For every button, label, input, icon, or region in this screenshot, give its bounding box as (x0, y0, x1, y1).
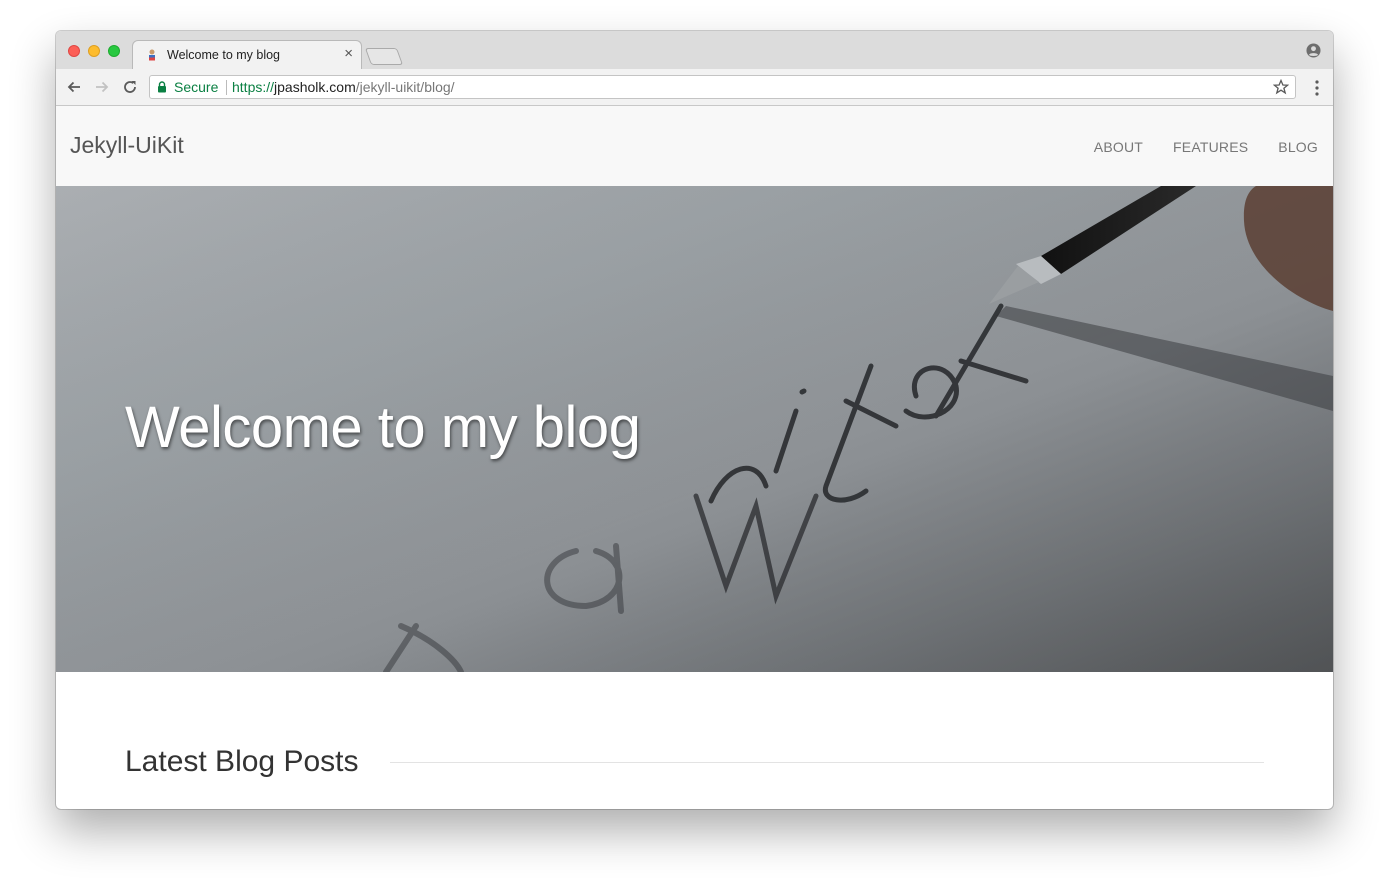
lock-icon (158, 81, 166, 93)
forward-arrow-icon[interactable] (94, 79, 110, 95)
minimize-window-button[interactable] (88, 45, 100, 57)
tab-title: Welcome to my blog (167, 48, 281, 62)
star-icon[interactable] (1273, 79, 1289, 95)
reload-icon[interactable] (122, 79, 138, 95)
address-separator (226, 80, 227, 95)
tab-strip: Welcome to my blog × (56, 31, 1333, 69)
active-tab[interactable]: Welcome to my blog × (132, 40, 362, 69)
menu-dots-icon[interactable] (1315, 80, 1319, 96)
browser-toolbar: Secure https://jpasholk.com/jekyll-uikit… (56, 69, 1333, 106)
profile-icon[interactable] (1306, 43, 1321, 58)
browser-window: Welcome to my blog × Secure https://jpas… (56, 31, 1333, 809)
nav-link-blog[interactable]: BLOG (1278, 139, 1318, 155)
tab-close-icon[interactable]: × (344, 46, 353, 62)
zoom-window-button[interactable] (108, 45, 120, 57)
secure-label: Secure (174, 79, 219, 95)
site-brand[interactable]: Jekyll-UiKit (70, 132, 184, 159)
close-window-button[interactable] (68, 45, 80, 57)
nav-links: ABOUT FEATURES BLOG (1094, 139, 1318, 155)
address-bar[interactable]: Secure https://jpasholk.com/jekyll-uikit… (149, 75, 1296, 99)
nav-link-features[interactable]: FEATURES (1173, 139, 1248, 155)
nav-link-about[interactable]: ABOUT (1094, 139, 1143, 155)
section-divider (390, 762, 1264, 763)
new-tab-button[interactable] (364, 48, 404, 65)
site-navbar: Jekyll-UiKit ABOUT FEATURES BLOG (56, 106, 1333, 186)
url-scheme: https:// (232, 79, 275, 95)
url-path: /jekyll-uikit/blog/ (355, 79, 455, 95)
window-controls (68, 45, 120, 57)
hero-banner: Welcome to my blog (56, 186, 1333, 672)
url-host: jpasholk.com (274, 79, 356, 95)
section-title: Latest Blog Posts (125, 745, 359, 778)
url-text[interactable]: https://jpasholk.com/jekyll-uikit/blog/ (232, 79, 455, 95)
site-favicon-icon (149, 49, 155, 61)
back-arrow-icon[interactable] (66, 79, 82, 95)
hero-title: Welcome to my blog (125, 395, 641, 460)
